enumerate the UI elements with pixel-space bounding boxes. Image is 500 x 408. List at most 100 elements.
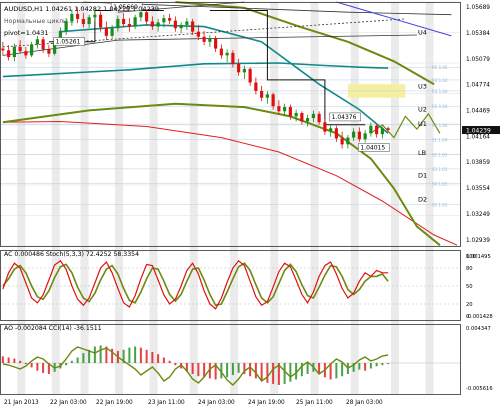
- ao-bar-3: [19, 360, 22, 363]
- ao-bar-12: [70, 360, 73, 363]
- faint-label-1: R4 1.04: [432, 78, 448, 83]
- ac-stoch-panel: 0.0014951008050200-0.001428: [0, 254, 493, 320]
- ao-bar-63: [364, 363, 367, 371]
- ao-bar-45: [260, 363, 263, 381]
- price-callouts: 1.056691.052611.043761.04015: [53, 2, 390, 152]
- ac-stoch-axis-label-6: -0.001428: [466, 314, 493, 320]
- candle-body-50: [288, 107, 292, 117]
- candle-body-28: [162, 18, 166, 23]
- ao-bar-14: [82, 353, 85, 363]
- price-tick-0: 1.05689: [466, 5, 490, 11]
- ao-bar-0: [1, 356, 4, 363]
- candle-body-39: [225, 52, 229, 56]
- candle-body-26: [150, 21, 154, 27]
- ao-bar-65: [375, 363, 378, 367]
- candle-body-51: [294, 112, 298, 117]
- candle-body-6: [35, 39, 39, 45]
- faint-label-6: S2 1.03: [432, 153, 448, 158]
- candle-body-45: [260, 90, 264, 98]
- candle-body-5: [30, 44, 34, 56]
- ac-stoch-axis-label-1: 100: [466, 254, 476, 260]
- faint-label-5: S1 1.04: [432, 137, 448, 142]
- candle-body-1: [7, 50, 11, 58]
- ao-bar-66: [381, 363, 384, 366]
- candle-body-42: [242, 68, 246, 73]
- session-band-1: [51, 2, 60, 394]
- pivot-header: pivot=1.0431: [4, 29, 49, 37]
- candle-body-55: [317, 113, 321, 123]
- session-band-8: [310, 2, 319, 394]
- ao-cci-axis-label-0: 0.004347: [466, 326, 491, 332]
- pivot-label-u1: U1: [418, 120, 427, 128]
- ao-bar-41: [237, 363, 240, 373]
- candle-body-63: [363, 133, 367, 140]
- ao-bar-46: [266, 363, 269, 383]
- candle-body-27: [156, 22, 160, 27]
- chart-canvas[interactable]: U4 U3 U2 U1 LB D1 D2 R5 1.05 R4 1.04 R3 1.04 R2 1.…: [0, 0, 500, 408]
- ao-bar-1: [7, 357, 10, 363]
- candle-body-49: [283, 107, 287, 112]
- candle-body-18: [104, 27, 108, 36]
- time-axis: 21 Jan 2013 22 Jan 03:00 22 Jan 19:00 23 Ja…: [4, 400, 383, 406]
- candle-body-23: [133, 17, 137, 27]
- ao-bar-28: [162, 357, 165, 363]
- candle-body-43: [248, 68, 252, 83]
- candle-body-66: [380, 128, 384, 135]
- candle-body-2: [12, 46, 16, 58]
- symbol-header: AUDUSD,H1 1.04261 1.04282 1.04219 1.0423…: [4, 5, 159, 13]
- pivot-label-d2: D2: [418, 195, 427, 203]
- time-tick-7: 28 Jan 03:00: [346, 400, 383, 406]
- candle-body-16: [93, 14, 97, 18]
- ao-bar-67: [387, 363, 390, 365]
- ao-bar-49: [283, 363, 286, 384]
- candle-body-60: [346, 137, 350, 145]
- candle-body-54: [311, 113, 315, 119]
- ao-bar-4: [24, 363, 27, 365]
- ac-stoch-axis-label-2: 80: [466, 266, 473, 272]
- time-tick-0: 21 Jan 2013: [4, 400, 39, 406]
- ao-bar-22: [128, 347, 131, 363]
- candle-body-33: [191, 21, 195, 32]
- candle-body-7: [41, 39, 45, 50]
- ao-bar-6: [36, 363, 39, 371]
- ao-bar-50: [289, 363, 292, 382]
- faint-label-8: S4 1.03: [432, 181, 448, 186]
- price-tick-7: 1.03554: [466, 186, 490, 192]
- ao-bar-34: [197, 363, 200, 377]
- candle-body-48: [277, 106, 281, 112]
- candle-body-19: [110, 28, 114, 36]
- ao-bar-43: [249, 363, 252, 377]
- time-tick-3: 23 Jan 11:00: [148, 400, 185, 406]
- session-band-2: [80, 2, 89, 394]
- candle-body-21: [122, 18, 126, 25]
- candle-body-62: [357, 131, 361, 140]
- price-tick-3: 1.04774: [466, 83, 490, 89]
- pivot-label-lb: LB: [418, 149, 426, 157]
- price-tick-6: 1.03859: [466, 160, 490, 166]
- candle-body-41: [237, 63, 241, 73]
- candle-body-14: [81, 18, 85, 25]
- candle-body-67: [386, 128, 390, 130]
- ao-bar-16: [93, 346, 96, 363]
- candle-body-47: [271, 94, 275, 107]
- chart-window: U4 U3 U2 U1 LB D1 D2 R5 1.05 R4 1.04 R3 1.04 R2 1.…: [0, 0, 500, 408]
- candle-body-38: [219, 48, 223, 56]
- time-tick-5: 24 Jan 19:00: [248, 400, 285, 406]
- ao-bar-40: [231, 363, 234, 376]
- ao-cci-panel: 0.004347 -0.005616: [0, 326, 493, 392]
- candle-body-65: [375, 125, 379, 135]
- ao-bar-7: [42, 363, 45, 373]
- candle-body-36: [208, 38, 212, 42]
- session-band-3: [115, 2, 124, 394]
- candle-body-59: [340, 138, 344, 145]
- candle-body-53: [306, 118, 310, 122]
- ao-bar-58: [335, 363, 338, 379]
- session-band-0: [17, 2, 26, 394]
- faint-label-4: R1 1.04: [432, 123, 448, 128]
- candle-body-30: [173, 20, 177, 29]
- pivot-label-u4: U4: [418, 29, 427, 37]
- candle-body-57: [329, 128, 333, 132]
- candle-body-64: [369, 125, 373, 134]
- session-band-5: [189, 2, 198, 394]
- ao-bar-27: [157, 354, 160, 363]
